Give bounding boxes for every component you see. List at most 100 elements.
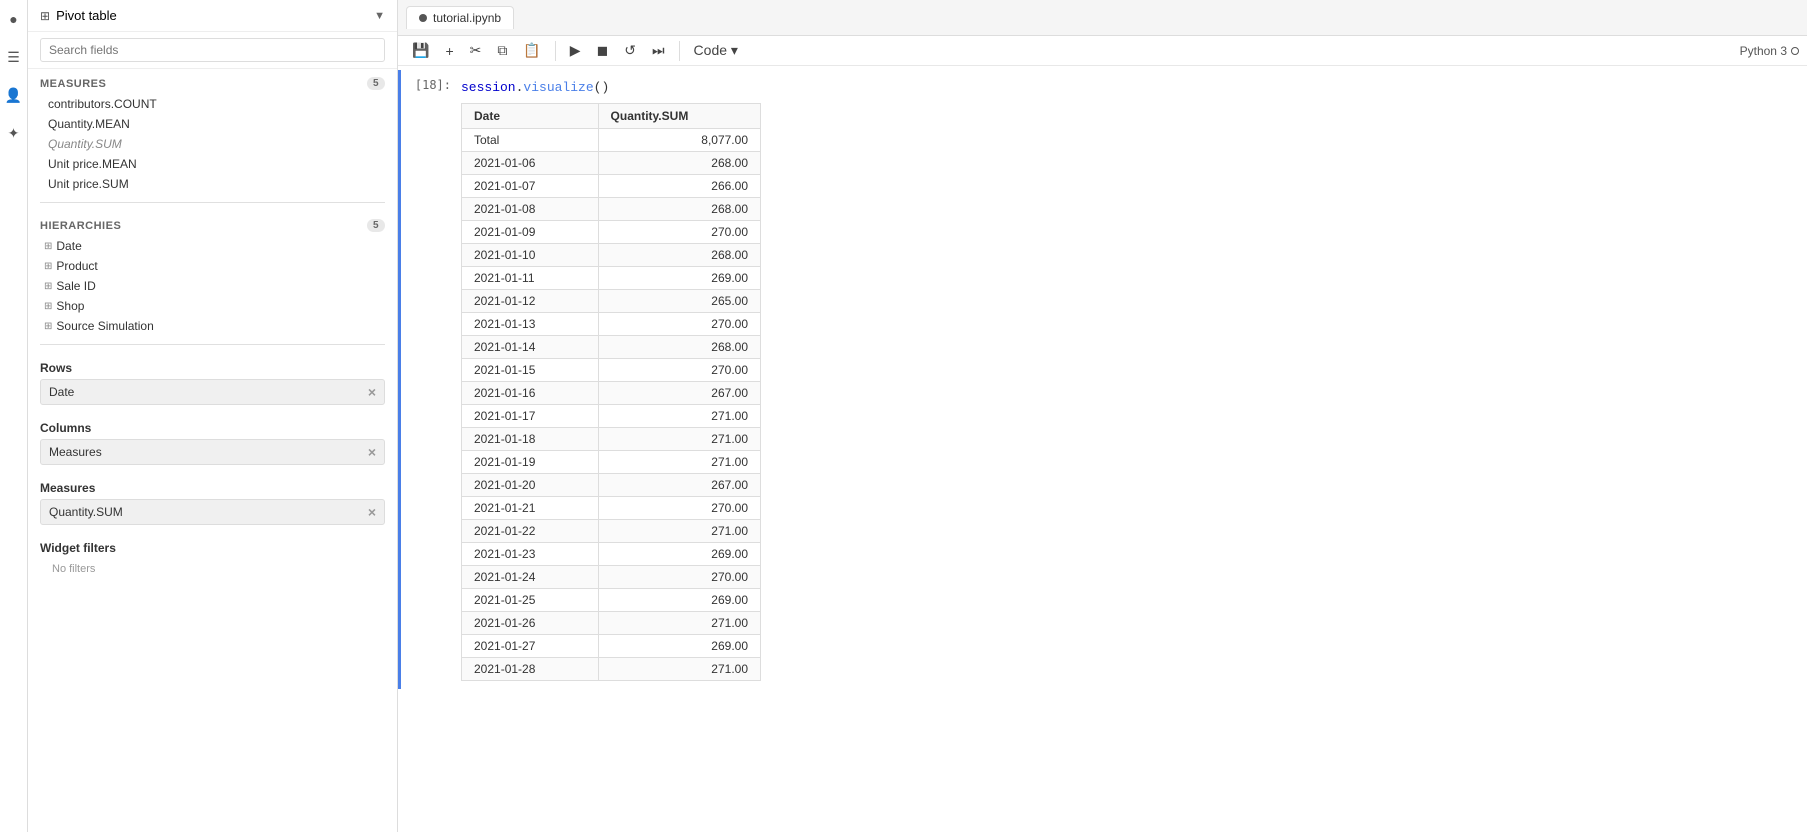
date-cell: 2021-01-18 — [462, 428, 599, 451]
divider-1 — [40, 202, 385, 203]
date-cell: 2021-01-13 — [462, 313, 599, 336]
table-row: 2021-01-26271.00 — [462, 612, 761, 635]
hier-item-product[interactable]: ⊞ Product — [28, 256, 397, 276]
date-cell: 2021-01-22 — [462, 520, 599, 543]
date-cell: 2021-01-28 — [462, 658, 599, 681]
measures-remove-button[interactable]: × — [368, 504, 376, 520]
quantity-cell: 269.00 — [598, 543, 760, 566]
quantity-cell: 268.00 — [598, 336, 760, 359]
rows-section: Rows Date × — [28, 353, 397, 413]
hier-icon-date: ⊞ — [44, 241, 52, 252]
rows-remove-button[interactable]: × — [368, 384, 376, 400]
quantity-cell: 268.00 — [598, 244, 760, 267]
run-button[interactable]: ▶ — [564, 40, 587, 61]
date-cell: 2021-01-10 — [462, 244, 599, 267]
pivot-icon: ⊞ — [40, 9, 50, 23]
date-cell: 2021-01-06 — [462, 152, 599, 175]
quantity-cell: 269.00 — [598, 635, 760, 658]
col-header-quantity-sum: Quantity.SUM — [598, 104, 760, 129]
toolbar-sep-2 — [679, 41, 680, 61]
sidebar-content: MEASURES 5 contributors.COUNT Quantity.M… — [28, 69, 397, 832]
date-cell: 2021-01-25 — [462, 589, 599, 612]
copy-button[interactable]: ⧉ — [491, 40, 513, 61]
table-row: 2021-01-24270.00 — [462, 566, 761, 589]
quantity-cell: 271.00 — [598, 658, 760, 681]
table-row: 2021-01-23269.00 — [462, 543, 761, 566]
table-row: 2021-01-11269.00 — [462, 267, 761, 290]
table-row: 2021-01-17271.00 — [462, 405, 761, 428]
table-row: 2021-01-07266.00 — [462, 175, 761, 198]
table-row: 2021-01-08268.00 — [462, 198, 761, 221]
quantity-cell: 271.00 — [598, 451, 760, 474]
date-cell: 2021-01-08 — [462, 198, 599, 221]
quantity-cell: 270.00 — [598, 359, 760, 382]
quantity-cell: 271.00 — [598, 405, 760, 428]
quantity-cell: 267.00 — [598, 382, 760, 405]
quantity-cell: 271.00 — [598, 520, 760, 543]
hier-item-shop[interactable]: ⊞ Shop — [28, 296, 397, 316]
stop-button[interactable]: ◼ — [591, 40, 615, 61]
cell-content: session.visualize() Date Quantity.SUM To… — [461, 70, 1807, 689]
date-cell: 2021-01-14 — [462, 336, 599, 359]
quantity-cell: 270.00 — [598, 313, 760, 336]
columns-remove-button[interactable]: × — [368, 444, 376, 460]
date-cell: 2021-01-17 — [462, 405, 599, 428]
hier-item-source-simulation[interactable]: ⊞ Source Simulation — [28, 316, 397, 336]
chevron-down-icon[interactable]: ▼ — [374, 10, 385, 22]
table-row: 2021-01-22271.00 — [462, 520, 761, 543]
fast-forward-button[interactable]: ⏭ — [646, 40, 671, 61]
sidebar-icon-3[interactable]: 👤 — [3, 84, 25, 106]
sidebar-header: ⊞ Pivot table ▼ — [28, 0, 397, 32]
kernel-info: Python 3 — [1740, 44, 1799, 58]
measures-section-header: MEASURES 5 — [28, 69, 397, 94]
tab-bar: tutorial.ipynb — [398, 0, 1807, 36]
search-bar-container — [28, 32, 397, 69]
sidebar-header-left: ⊞ Pivot table — [40, 8, 117, 23]
rows-label: Rows — [40, 361, 385, 375]
table-row: 2021-01-19271.00 — [462, 451, 761, 474]
measure-item-quantity-sum[interactable]: Quantity.SUM — [28, 134, 397, 154]
code-visualize: visualize — [523, 80, 593, 95]
code-session: session — [461, 80, 516, 95]
hierarchies-label: HIERARCHIES — [40, 220, 121, 232]
hier-icon-shop: ⊞ — [44, 301, 52, 312]
quantity-cell: 271.00 — [598, 612, 760, 635]
columns-section: Columns Measures × — [28, 413, 397, 473]
sidebar-icon-4[interactable]: ✦ — [3, 122, 25, 144]
date-cell: 2021-01-11 — [462, 267, 599, 290]
notebook-body: [18]: session.visualize() Date Quantity.… — [398, 66, 1807, 832]
hier-item-sale-id[interactable]: ⊞ Sale ID — [28, 276, 397, 296]
save-button[interactable]: 💾 — [406, 40, 435, 61]
measure-item-quantity-mean[interactable]: Quantity.MEAN — [28, 114, 397, 134]
restart-button[interactable]: ↺ — [618, 40, 642, 61]
measure-item-unit-price-sum[interactable]: Unit price.SUM — [28, 174, 397, 194]
sidebar-panel: ⊞ Pivot table ▼ MEASURES 5 contributors.… — [28, 0, 398, 832]
table-row: 2021-01-27269.00 — [462, 635, 761, 658]
tab-dot — [419, 14, 427, 22]
date-cell: 2021-01-26 — [462, 612, 599, 635]
tab-tutorial[interactable]: tutorial.ipynb — [406, 6, 514, 29]
cell-type-dropdown[interactable]: Code ▾ — [688, 40, 744, 61]
measure-item-contributors[interactable]: contributors.COUNT — [28, 94, 397, 114]
measures-list: contributors.COUNT Quantity.MEAN Quantit… — [28, 94, 397, 194]
sidebar-icon-2[interactable]: ☰ — [3, 46, 25, 68]
paste-button[interactable]: 📋 — [517, 40, 546, 61]
rows-tag: Date × — [40, 379, 385, 405]
table-row: 2021-01-12265.00 — [462, 290, 761, 313]
sidebar-icon-1[interactable]: ● — [3, 8, 25, 30]
table-row: 2021-01-06268.00 — [462, 152, 761, 175]
quantity-cell: 269.00 — [598, 589, 760, 612]
measures-config-section: Measures Quantity.SUM × — [28, 473, 397, 533]
table-row: 2021-01-18271.00 — [462, 428, 761, 451]
cut-button[interactable]: ✂ — [464, 40, 488, 61]
add-cell-button[interactable]: + — [439, 41, 459, 61]
measure-item-unit-price-mean[interactable]: Unit price.MEAN — [28, 154, 397, 174]
date-cell: 2021-01-20 — [462, 474, 599, 497]
table-row: 2021-01-13270.00 — [462, 313, 761, 336]
toolbar-sep-1 — [555, 41, 556, 61]
search-input[interactable] — [40, 38, 385, 62]
quantity-cell: 271.00 — [598, 428, 760, 451]
cell-number: [18]: — [401, 70, 461, 689]
hier-item-date[interactable]: ⊞ Date — [28, 236, 397, 256]
table-row: 2021-01-28271.00 — [462, 658, 761, 681]
